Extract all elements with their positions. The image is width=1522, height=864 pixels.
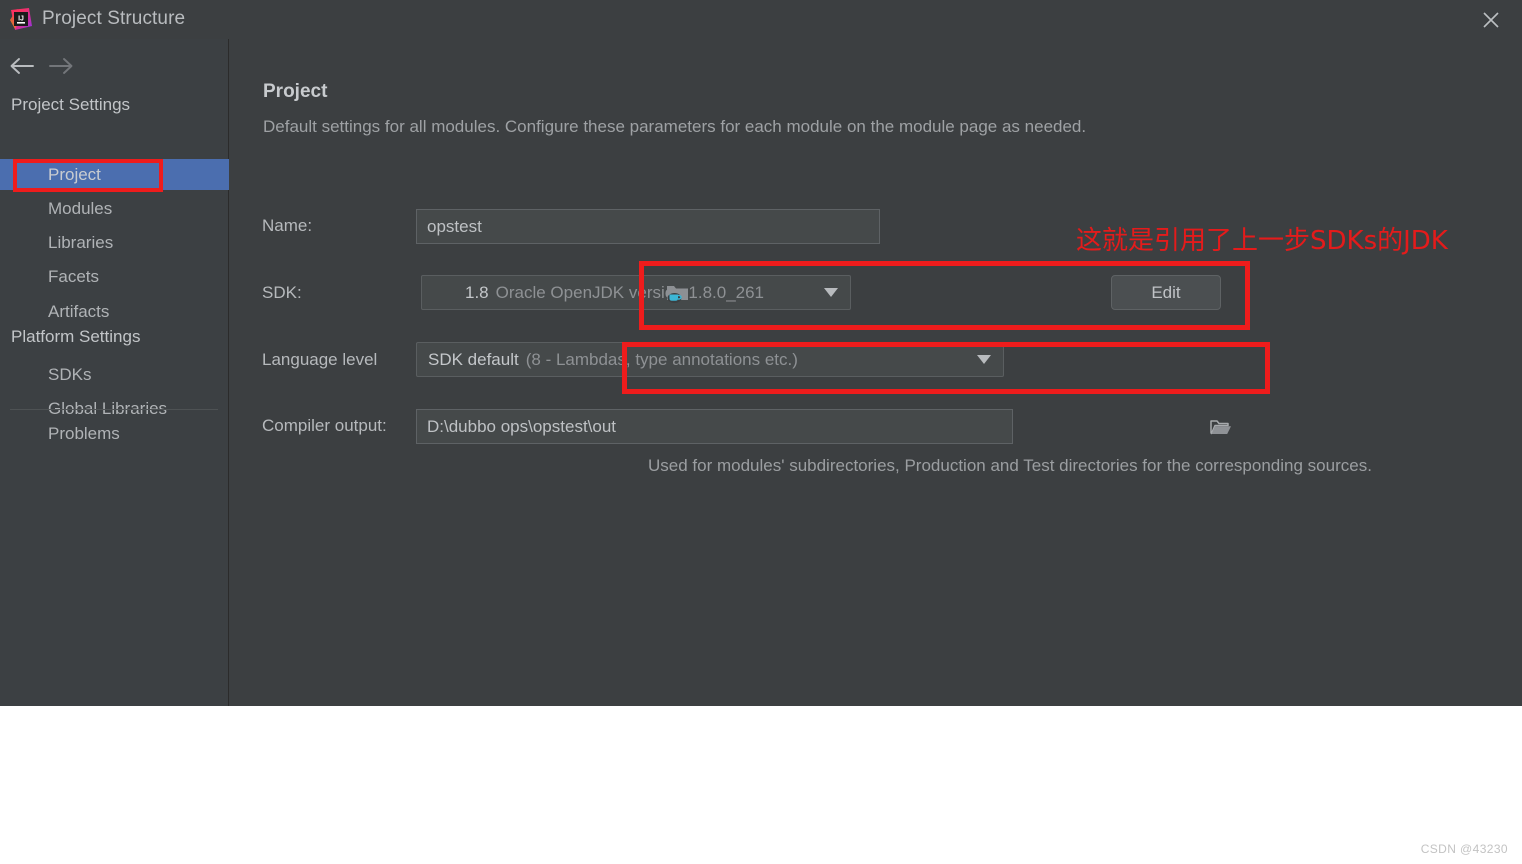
arrow-right-icon[interactable]	[44, 49, 78, 83]
chevron-down-icon	[824, 284, 838, 302]
watermark: CSDN @43230	[1420, 842, 1508, 856]
name-input[interactable]: opstest	[416, 209, 880, 244]
sidebar-item-artifacts[interactable]: Artifacts	[0, 296, 229, 327]
sidebar-item-label: Facets	[48, 266, 100, 286]
sdk-description: Oracle OpenJDK version 1.8.0_261	[495, 282, 765, 302]
sidebar-item-label: Project	[48, 164, 101, 184]
folder-open-icon[interactable]	[1206, 414, 1236, 440]
compiler-output-value: D:\dubbo ops\opstest\out	[427, 416, 617, 436]
svg-text:IJ: IJ	[18, 16, 24, 23]
sidebar-item-modules[interactable]: Modules	[0, 193, 229, 224]
compiler-output-label: Compiler output:	[262, 416, 387, 435]
language-level-detail: (8 - Lambdas, type annotations etc.)	[525, 349, 798, 369]
edit-button-label: Edit	[1151, 282, 1181, 302]
navigation-arrows	[0, 49, 229, 85]
name-input-value: opstest	[427, 216, 482, 236]
folder-java-icon	[666, 282, 690, 304]
page-subtitle: Default settings for all modules. Config…	[263, 117, 1087, 136]
compiler-output-hint: Used for modules' subdirectories, Produc…	[648, 456, 1372, 475]
sidebar-item-label: Problems	[48, 423, 120, 443]
annotation-note: 这就是引用了上一步SDKs的JDK	[1076, 226, 1448, 256]
window-title: Project Structure	[42, 8, 186, 29]
sidebar-group-project-settings: Project Settings	[11, 95, 131, 114]
sidebar-item-facets[interactable]: Facets	[0, 261, 229, 292]
close-icon[interactable]	[1460, 0, 1522, 39]
sidebar-item-problems[interactable]: Problems	[0, 418, 229, 449]
sidebar-item-label: SDKs	[48, 364, 92, 384]
arrow-left-icon[interactable]	[5, 49, 39, 83]
edit-sdk-button[interactable]: Edit	[1111, 275, 1221, 310]
project-structure-dialog: IJ Project Structure Project Settings Pr…	[0, 0, 1522, 706]
intellij-idea-icon: IJ	[9, 7, 33, 31]
sidebar-divider	[10, 409, 218, 410]
sidebar-item-label: Modules	[48, 198, 113, 218]
sidebar: Project Settings Project Modules Librari…	[0, 39, 229, 706]
language-level-combobox[interactable]: SDK default (8 - Lambdas, type annotatio…	[416, 342, 1004, 377]
sidebar-group-platform-settings: Platform Settings	[11, 327, 141, 346]
sdk-version: 1.8	[465, 282, 489, 302]
sdk-combobox[interactable]: 1.8 Oracle OpenJDK version 1.8.0_261	[421, 275, 851, 310]
sidebar-item-libraries[interactable]: Libraries	[0, 227, 229, 258]
main-content: Project Default settings for all modules…	[230, 39, 1522, 706]
sidebar-item-label: Artifacts	[48, 301, 110, 321]
chevron-down-icon	[977, 351, 991, 369]
sdk-label: SDK:	[262, 283, 302, 302]
page-title: Project	[263, 81, 328, 102]
compiler-output-input[interactable]: D:\dubbo ops\opstest\out	[416, 409, 1013, 444]
name-label: Name:	[262, 216, 313, 235]
sidebar-item-sdks[interactable]: SDKs	[0, 359, 229, 390]
sidebar-item-label: Libraries	[48, 232, 114, 252]
language-level-label: Language level	[262, 350, 378, 369]
sidebar-item-project[interactable]: Project	[0, 159, 229, 190]
language-level-value: SDK default	[428, 349, 519, 369]
title-bar: IJ Project Structure	[0, 0, 1522, 39]
